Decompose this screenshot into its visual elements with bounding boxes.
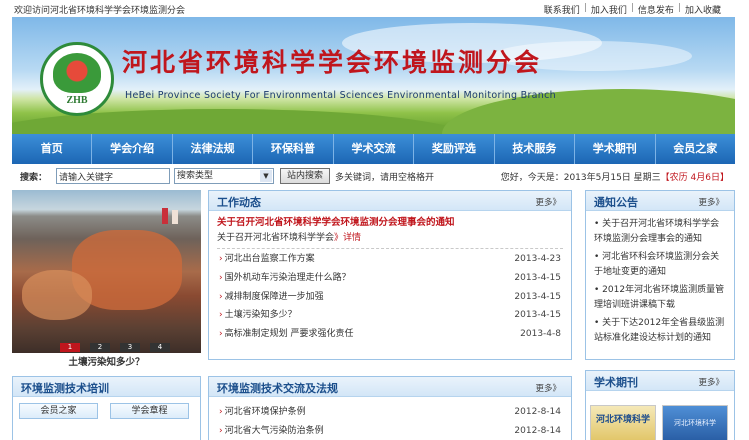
site-subtitle: HeBei Province Society For Environmental… <box>125 90 556 101</box>
journal-cover-title-2: 河北环境科学 <box>674 419 716 427</box>
slide-dot-1[interactable]: 1 <box>60 343 80 352</box>
search-input[interactable] <box>56 168 170 184</box>
journal-cover-1[interactable]: 河北环境科学 <box>590 405 656 440</box>
lunar-date: 【农历 4月6日】 <box>660 173 729 183</box>
slide-dot-2[interactable]: 2 <box>90 343 110 352</box>
site-title: 河北省环境科学学会环境监测分会 <box>122 48 543 77</box>
notice-panel: 通知公告 更多》 • 关于召开河北省环境科学学会环境监测分会理事会的通知 • 河… <box>585 190 735 360</box>
headline-link[interactable]: 关于召开河北省环境科学学会环境监测分会理事会的通知 <box>217 215 563 231</box>
nav-members[interactable]: 会员之家 <box>656 134 735 164</box>
work-news-more-link[interactable]: 更多》 <box>535 196 561 208</box>
charter-button[interactable]: 学会章程 <box>110 403 189 419</box>
nav-science[interactable]: 环保科普 <box>253 134 334 164</box>
nav-exchange[interactable]: 学术交流 <box>334 134 415 164</box>
welcome-text: 欢迎访问河北省环境科学学会环境监测分会 <box>14 6 186 16</box>
join-us-link[interactable]: 加入我们 <box>591 3 627 16</box>
nav-home[interactable]: 首页 <box>12 134 93 164</box>
notice-more-link[interactable]: 更多》 <box>698 196 724 208</box>
list-item[interactable]: › 国外机动车污染治理走什么路？ 2013-4-15 <box>219 269 561 288</box>
search-label: 搜索： <box>20 173 48 183</box>
notice-item[interactable]: • 关于下达2012年全省县级监测站标准化建设达标计划的通知 <box>594 316 726 345</box>
site-search-button[interactable]: 站内搜索 <box>280 168 330 184</box>
exchange-title: 环境监测技术交流及法规 <box>217 382 338 395</box>
nav-services[interactable]: 技术服务 <box>495 134 576 164</box>
slideshow-image[interactable] <box>12 190 201 353</box>
nav-about[interactable]: 学会介绍 <box>92 134 173 164</box>
notice-title: 通知公告 <box>594 196 638 209</box>
journal-cover-title-1: 河北环境科学 <box>595 415 650 425</box>
slide-dot-3[interactable]: 3 <box>120 343 140 352</box>
nav-journal[interactable]: 学术期刊 <box>575 134 656 164</box>
list-item[interactable]: › 河北省大气污染防治条例 2012-8-14 <box>219 422 561 440</box>
top-bar: 欢迎访问河北省环境科学学会环境监测分会 联系我们 | 加入我们 | 信息发布 | 加入… <box>0 0 749 16</box>
list-item[interactable]: › 河北出台监察工作方案 2013-4-23 <box>219 250 561 269</box>
list-item[interactable]: › 河北省环境保护条例 2012-8-14 <box>219 403 561 422</box>
journal-title: 学术期刊 <box>594 376 638 389</box>
logo-text: ZHB <box>66 95 88 106</box>
exchange-more-link[interactable]: 更多》 <box>535 382 561 394</box>
publish-info-link[interactable]: 信息发布 <box>638 3 674 16</box>
notice-item[interactable]: • 2012年河北省环境监测质量管理培训班讲课稿下载 <box>594 283 726 312</box>
search-type-value: 搜索类型 <box>177 171 214 181</box>
current-date: 您好，今天是：2013年5月15日 星期三【农历 4月6日】 <box>500 173 729 183</box>
main-nav: 首页 学会介绍 法律法规 环保科普 学术交流 奖励评选 技术服务 学术期刊 会员… <box>12 134 735 164</box>
list-item[interactable]: › 减排制度保障进一步加强 2013-4-15 <box>219 288 561 307</box>
list-item[interactable]: › 高标准制定规划 严要求强化责任 2013-4-8 <box>219 325 561 344</box>
nav-awards[interactable]: 奖励评选 <box>414 134 495 164</box>
work-news-panel: 工作动态 更多》 关于召开河北省环境科学学会环境监测分会理事会的通知 关于召开河… <box>208 190 572 360</box>
notice-item[interactable]: • 河北省环科会环境监测分会关于地址变更的通知 <box>594 250 726 279</box>
detail-link[interactable]: 》详情 <box>334 233 361 243</box>
search-type-select[interactable]: 搜索类型 ▼ <box>174 168 274 184</box>
notice-item[interactable]: • 关于召开河北省环境科学学会环境监测分会理事会的通知 <box>594 217 726 246</box>
list-item[interactable]: › 土壤污染知多少？ 2013-4-15 <box>219 306 561 325</box>
slideshow-dots: 1 2 3 4 <box>60 343 180 352</box>
top-links: 联系我们 | 加入我们 | 信息发布 | 加入收藏 <box>543 3 721 16</box>
member-home-button[interactable]: 会员之家 <box>19 403 98 419</box>
add-favorite-link[interactable]: 加入收藏 <box>685 3 721 16</box>
journal-cover-2[interactable]: 河北环境科学 <box>662 405 728 440</box>
society-logo[interactable]: ZHB <box>40 42 114 116</box>
exchange-panel: 环境监测技术交流及法规 更多》 › 河北省环境保护条例 2012-8-14 › 河北省… <box>208 376 572 440</box>
search-hint: 多关键词，请用空格格开 <box>335 173 435 183</box>
slideshow-caption[interactable]: 土壤污染知多少？ <box>12 354 201 368</box>
search-bar: 搜索： 搜索类型 ▼ 站内搜索 多关键词，请用空格格开 您好，今天是：2013年… <box>12 166 735 186</box>
slide-dot-4[interactable]: 4 <box>150 343 170 352</box>
training-title: 环境监测技术培训 <box>21 382 109 395</box>
headline-summary: 关于召开河北省环境科学学会》详情 <box>217 233 362 243</box>
header-banner: ZHB 河北省环境科学学会环境监测分会 HeBei Province Socie… <box>12 17 735 134</box>
contact-us-link[interactable]: 联系我们 <box>544 3 580 16</box>
nav-laws[interactable]: 法律法规 <box>173 134 254 164</box>
logo-emblem-icon <box>53 53 101 93</box>
journal-more-link[interactable]: 更多》 <box>698 376 724 388</box>
chevron-down-icon: ▼ <box>260 170 272 182</box>
work-news-title: 工作动态 <box>217 196 261 209</box>
